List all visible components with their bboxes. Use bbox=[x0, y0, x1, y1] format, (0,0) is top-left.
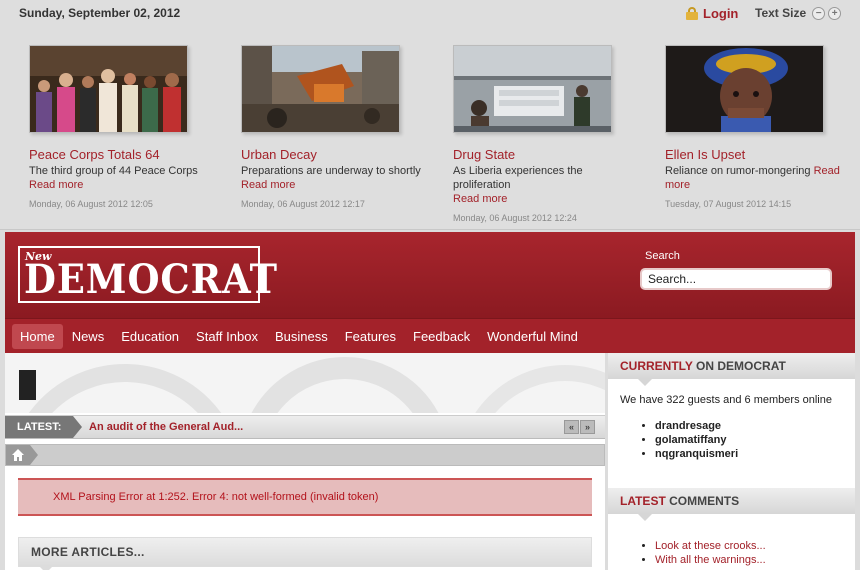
banner-placeholder bbox=[19, 370, 36, 400]
lock-icon bbox=[686, 7, 698, 20]
logo-main-text: DEMOCRAT bbox=[24, 256, 278, 303]
list-item: nqgranquismeri bbox=[655, 447, 738, 461]
error-message: XML Parsing Error at 1:252. Error 4: not… bbox=[18, 478, 592, 516]
article-summary: The third group of 44 Peace Corps bbox=[29, 165, 198, 177]
top-band: Sunday, September 02, 2012 Login Text Si… bbox=[0, 0, 860, 230]
article-title[interactable]: Peace Corps Totals 64 bbox=[29, 147, 219, 162]
featured-article: Urban Decay Preparations are underway to… bbox=[241, 45, 431, 209]
latest-ticker: LATEST: An audit of the General Aud... «… bbox=[5, 415, 605, 439]
nav-item-staff-inbox[interactable]: Staff Inbox bbox=[188, 324, 266, 349]
article-thumbnail[interactable] bbox=[29, 45, 188, 133]
nav-item-home[interactable]: Home bbox=[12, 323, 63, 349]
latest-headline-link[interactable]: An audit of the General Aud... bbox=[89, 416, 243, 438]
online-members-list: drandresage golamatiffany nqgranquismeri bbox=[655, 419, 738, 461]
plus-circle-icon[interactable]: + bbox=[828, 6, 842, 20]
read-more-link[interactable]: Read bbox=[814, 165, 840, 177]
ticker-next-button[interactable]: » bbox=[580, 420, 595, 434]
featured-article: Peace Corps Totals 64 The third group of… bbox=[29, 45, 219, 209]
article-summary: Preparations are underway to shortly bbox=[241, 165, 421, 177]
article-thumbnail[interactable] bbox=[665, 45, 824, 133]
nav-item-business[interactable]: Business bbox=[267, 324, 336, 349]
main-nav: Home News Education Staff Inbox Business… bbox=[5, 318, 855, 353]
read-more-link[interactable]: Read more bbox=[241, 178, 431, 192]
article-summary: Reliance on rumor-mongering Read bbox=[665, 165, 840, 177]
latest-comments-list: Look at these crooks... With all the war… bbox=[655, 539, 766, 567]
minus-circle-icon[interactable]: − bbox=[812, 6, 826, 20]
ticker-controls: « » bbox=[564, 420, 595, 434]
article-thumbnail[interactable] bbox=[241, 45, 400, 133]
nav-item-news[interactable]: News bbox=[64, 324, 113, 349]
article-title[interactable]: Drug State bbox=[453, 147, 643, 162]
article-thumbnail[interactable] bbox=[453, 45, 612, 133]
article-date: Monday, 06 August 2012 12:24 bbox=[453, 213, 577, 223]
online-count: We have 322 guests and 6 members online bbox=[620, 394, 832, 406]
latest-comments-heading: LATEST COMMENTS bbox=[608, 488, 855, 521]
ticker-prev-button[interactable]: « bbox=[564, 420, 579, 434]
main-content: LATEST: An audit of the General Aud... «… bbox=[5, 353, 605, 570]
comment-link[interactable]: With all the warnings... bbox=[655, 553, 766, 567]
breadcrumb-home[interactable] bbox=[6, 445, 38, 465]
article-title[interactable]: Ellen Is Upset bbox=[665, 147, 855, 162]
read-more-link[interactable]: more bbox=[665, 178, 855, 192]
search-label: Search bbox=[645, 250, 680, 262]
article-date: Monday, 06 August 2012 12:05 bbox=[29, 199, 153, 209]
site-logo[interactable]: New DEMOCRAT bbox=[18, 246, 277, 303]
more-articles-heading: MORE ARTICLES... bbox=[18, 537, 592, 570]
featured-article: Drug State As Liberia experiences the pr… bbox=[453, 45, 643, 223]
list-item: drandresage bbox=[655, 419, 738, 433]
current-date: Sunday, September 02, 2012 bbox=[19, 6, 181, 20]
decorative-arcs bbox=[5, 353, 605, 413]
read-more-link[interactable]: Read more bbox=[453, 192, 643, 206]
text-size-label: Text Size bbox=[755, 6, 807, 20]
login-link[interactable]: Login bbox=[686, 6, 738, 21]
nav-item-education[interactable]: Education bbox=[113, 324, 187, 349]
search-input[interactable] bbox=[640, 268, 832, 290]
comment-link[interactable]: Look at these crooks... bbox=[655, 539, 766, 553]
list-item: golamatiffany bbox=[655, 433, 738, 447]
home-icon bbox=[12, 449, 24, 461]
text-size-control: Text Size − + bbox=[755, 6, 842, 20]
latest-label: LATEST: bbox=[5, 416, 82, 438]
nav-item-features[interactable]: Features bbox=[337, 324, 404, 349]
breadcrumb bbox=[5, 444, 605, 466]
article-summary: As Liberia experiences the proliferation bbox=[453, 165, 583, 191]
who-online-heading: CURRENTLY ON DEMOCRAT bbox=[608, 353, 855, 386]
login-label: Login bbox=[703, 6, 739, 21]
article-date: Tuesday, 07 August 2012 14:15 bbox=[665, 199, 792, 209]
article-date: Monday, 06 August 2012 12:17 bbox=[241, 199, 365, 209]
nav-item-feedback[interactable]: Feedback bbox=[405, 324, 478, 349]
read-more-link[interactable]: Read more bbox=[29, 178, 219, 192]
article-title[interactable]: Urban Decay bbox=[241, 147, 431, 162]
sidebar: CURRENTLY ON DEMOCRAT We have 322 guests… bbox=[608, 353, 855, 570]
featured-article: Ellen Is Upset Reliance on rumor-mongeri… bbox=[665, 45, 855, 209]
nav-item-wonderful-mind[interactable]: Wonderful Mind bbox=[479, 324, 586, 349]
site-header: New DEMOCRAT Search bbox=[5, 232, 855, 318]
